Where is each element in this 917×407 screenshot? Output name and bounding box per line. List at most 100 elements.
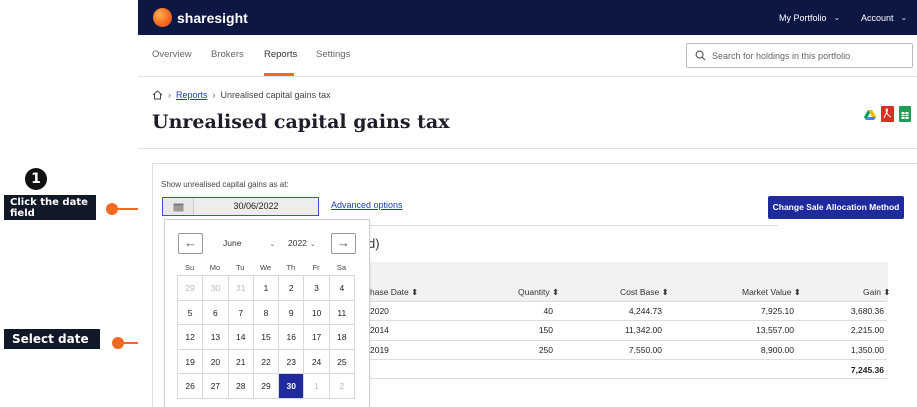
calendar-day[interactable]: 20	[203, 349, 229, 375]
weekday-label: Th	[286, 263, 296, 272]
calendar-day[interactable]: 11	[329, 300, 355, 326]
table-cell: 250	[538, 345, 553, 355]
row-divider	[368, 340, 887, 341]
previous-month-button[interactable]: ←	[178, 233, 203, 254]
pdf-export-icon[interactable]	[881, 106, 894, 127]
column-header-cost-base[interactable]: Cost Base ⬍	[620, 287, 669, 298]
year-value: 2022	[288, 238, 307, 248]
calendar-day[interactable]: 23	[279, 349, 305, 375]
calendar-week: 12 13 14 15 16 17 18	[178, 325, 355, 350]
calendar-day[interactable]: 21	[228, 349, 254, 375]
column-header-quantity[interactable]: Quantity ⬍	[518, 287, 559, 298]
advanced-options-link[interactable]: Advanced options	[331, 200, 403, 210]
calendar-day[interactable]: 30	[203, 276, 229, 301]
logo-icon	[153, 8, 172, 27]
tab-reports[interactable]: Reports	[264, 49, 297, 60]
calendar-day[interactable]: 31	[228, 276, 254, 301]
calendar-day[interactable]: 13	[203, 325, 229, 350]
weekday-header: Su Mo Tu We Th Fr Sa	[177, 263, 354, 272]
chevron-down-icon: ⌄	[900, 13, 908, 22]
breadcrumb-reports-link[interactable]: Reports	[176, 90, 208, 100]
calendar-day[interactable]: 28	[228, 374, 254, 399]
brand-logo[interactable]: sharesight	[153, 8, 248, 27]
calendar-day[interactable]: 3	[304, 276, 330, 301]
calendar-day[interactable]: 22	[253, 349, 280, 375]
calendar-day[interactable]: 2	[279, 276, 305, 301]
table-cell: 3,680.36	[850, 306, 884, 316]
table-group-header	[368, 262, 888, 282]
calendar-week: 29 30 31 1 2 3 4	[178, 276, 355, 301]
google-drive-export-icon[interactable]	[864, 108, 876, 126]
change-sale-allocation-button[interactable]: Change Sale Allocation Method	[768, 196, 904, 219]
month-select[interactable]: June ⌄	[223, 238, 275, 248]
calendar-day[interactable]: 24	[304, 349, 330, 375]
row-divider	[368, 359, 887, 360]
calendar-day[interactable]: 4	[329, 276, 355, 301]
calendar-icon[interactable]	[163, 198, 194, 215]
date-value: 30/06/2022	[194, 198, 318, 215]
breadcrumb-current: Unrealised capital gains tax	[220, 90, 331, 100]
column-header-gain[interactable]: Gain ⬍	[863, 287, 890, 298]
tab-brokers[interactable]: Brokers	[211, 49, 244, 60]
weekday-label: Tu	[236, 263, 245, 272]
callout-click-date-field: Click the date field	[4, 195, 96, 220]
calendar-day[interactable]: 12	[178, 325, 204, 350]
my-portfolio-label: My Portfolio	[779, 12, 827, 23]
date-field[interactable]: 30/06/2022	[162, 197, 319, 216]
calendar-day[interactable]: 8	[253, 300, 280, 326]
year-select[interactable]: 2022 ⌄	[288, 238, 316, 248]
calendar-day[interactable]: 26	[178, 374, 204, 399]
weekday-label: Fr	[312, 263, 320, 272]
chevron-down-icon: ⌄	[833, 13, 841, 22]
calendar-day[interactable]: 18	[329, 325, 355, 350]
calendar-day[interactable]: 9	[279, 300, 305, 326]
step-number-badge: 1	[25, 168, 47, 190]
page-title: Unrealised capital gains tax	[152, 111, 450, 133]
calendar-day[interactable]: 17	[304, 325, 330, 350]
table-cell: 7,550.00	[628, 345, 662, 355]
my-portfolio-menu[interactable]: My Portfolio ⌄	[779, 0, 840, 35]
tab-settings[interactable]: Settings	[316, 49, 350, 60]
calendar-day[interactable]: 2	[329, 374, 355, 399]
weekday-label: Su	[185, 263, 195, 272]
calendar-day[interactable]: 16	[279, 325, 305, 350]
calendar-day-selected[interactable]: 30	[279, 374, 305, 399]
next-month-button[interactable]: →	[331, 233, 356, 254]
calendar-day[interactable]: 5	[178, 300, 204, 326]
callout-select-date: Select date	[4, 329, 100, 349]
export-icons	[859, 106, 911, 127]
section-divider	[138, 148, 917, 149]
calendar-day[interactable]: 7	[228, 300, 254, 326]
calendar-week: 19 20 21 22 23 24 25	[178, 349, 355, 375]
as-at-label: Show unrealised capital gains as at:	[161, 180, 289, 189]
calendar-day[interactable]: 15	[253, 325, 280, 350]
weekday-label: Mo	[209, 263, 221, 272]
calendar-day[interactable]: 10	[304, 300, 330, 326]
weekday-label: Sa	[336, 263, 347, 272]
month-value: June	[223, 238, 242, 248]
calendar-grid: 29 30 31 1 2 3 4 5 6 7 8 9 10 11 12 13 1…	[177, 275, 355, 399]
table-cell: 8,900.00	[760, 345, 794, 355]
account-label: Account	[861, 12, 894, 23]
calendar-day[interactable]: 14	[228, 325, 254, 350]
brand-name: sharesight	[177, 9, 248, 26]
table-cell: 7,925.10	[760, 306, 794, 316]
home-icon[interactable]	[152, 90, 163, 100]
calendar-day[interactable]: 29	[253, 374, 280, 399]
account-menu[interactable]: Account ⌄	[861, 0, 907, 35]
search-input[interactable]: Search for holdings in this portfolio	[686, 43, 913, 68]
google-sheets-export-icon[interactable]	[899, 106, 911, 127]
calendar-day[interactable]: 27	[203, 374, 229, 399]
row-divider	[368, 301, 887, 302]
calendar-day[interactable]: 6	[203, 300, 229, 326]
calendar-day[interactable]: 1	[253, 276, 280, 301]
total-gain: 7,245.36	[850, 365, 884, 375]
calendar-day[interactable]: 25	[329, 349, 355, 375]
calendar-day[interactable]: 19	[178, 349, 204, 375]
tab-overview[interactable]: Overview	[152, 49, 192, 60]
column-header-purchase-date[interactable]: hase Date ⬍	[370, 287, 418, 298]
column-header-market-value[interactable]: Market Value ⬍	[742, 287, 801, 298]
calendar-day[interactable]: 1	[304, 374, 330, 399]
table-cell: 13,557.00	[756, 325, 794, 335]
calendar-day[interactable]: 29	[178, 276, 204, 301]
